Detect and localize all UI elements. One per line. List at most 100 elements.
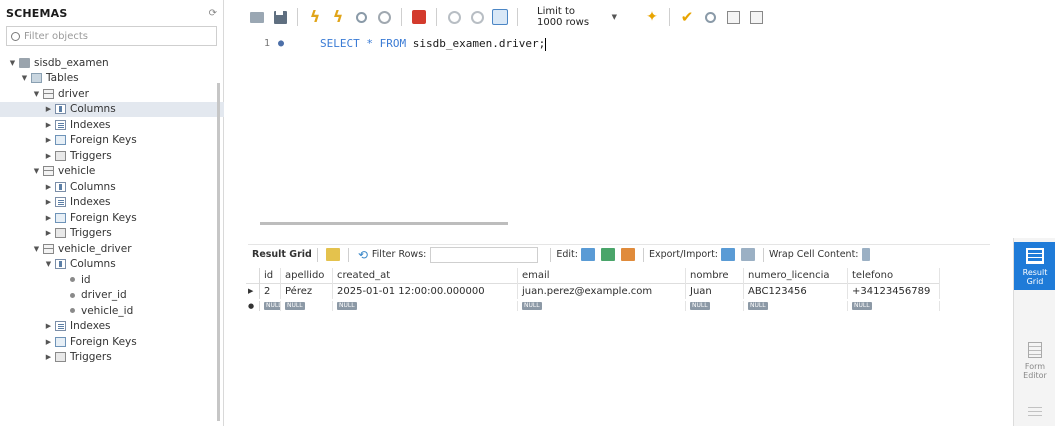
- expand-right-icon[interactable]: ▶: [44, 136, 53, 144]
- sidebar-scrollbar[interactable]: [217, 83, 220, 421]
- expand-right-icon[interactable]: ▶: [44, 229, 53, 237]
- autocommit-button[interactable]: [490, 7, 510, 27]
- tree-item[interactable]: ▶ Columns: [0, 179, 224, 195]
- expand-right-icon[interactable]: ▶: [44, 214, 53, 222]
- stop-button[interactable]: [374, 7, 394, 27]
- expand-down-icon[interactable]: ▼: [8, 59, 17, 67]
- tree-item[interactable]: ▼ sisdb_examen: [0, 55, 224, 71]
- refresh-icon[interactable]: ⟲: [358, 248, 368, 262]
- tree-item[interactable]: id: [0, 272, 224, 288]
- expand-down-icon[interactable]: ▼: [20, 74, 29, 82]
- tree-item[interactable]: ▶ Columns: [0, 101, 224, 117]
- table-cell[interactable]: NULL: [281, 301, 333, 311]
- sql-editor[interactable]: 1 ● SELECT * FROM sisdb_examen.driver;: [224, 32, 1055, 227]
- invisible-chars-button[interactable]: [723, 7, 743, 27]
- filter-rows-input[interactable]: [430, 246, 539, 263]
- table-cell[interactable]: juan.perez@example.com: [518, 283, 686, 299]
- table-cell[interactable]: NULL: [686, 301, 744, 311]
- wrap-cell-icon[interactable]: [861, 248, 870, 261]
- expand-down-icon[interactable]: ▼: [44, 260, 53, 268]
- import-icon[interactable]: [741, 248, 755, 261]
- column-header[interactable]: created_at: [333, 268, 518, 284]
- chevron-down-icon: ▼: [611, 13, 617, 21]
- tree-item[interactable]: ▼ Tables: [0, 71, 224, 87]
- filter-objects-input[interactable]: [24, 30, 204, 42]
- tree-item[interactable]: ▶ Indexes: [0, 319, 224, 335]
- table-cell[interactable]: NULL: [848, 301, 940, 311]
- editor-horizontal-scrollbar[interactable]: [260, 222, 508, 225]
- expand-right-icon[interactable]: ▶: [44, 183, 53, 191]
- tree-item[interactable]: ▶ Triggers: [0, 226, 224, 242]
- tree-item[interactable]: driver_id: [0, 288, 224, 304]
- refresh-schemas-icon[interactable]: ⟳: [209, 8, 217, 19]
- tree-item[interactable]: ▶ Triggers: [0, 350, 224, 366]
- insert-row-icon[interactable]: [600, 248, 615, 261]
- expand-right-icon[interactable]: ▶: [44, 322, 53, 330]
- grid-layout-icon[interactable]: [325, 248, 340, 261]
- tree-item[interactable]: ▼ vehicle: [0, 164, 224, 180]
- execute-current-button[interactable]: ϟ: [328, 7, 348, 27]
- table-cell[interactable]: Juan: [686, 283, 744, 299]
- tree-item[interactable]: ▶ Foreign Keys: [0, 133, 224, 149]
- column-header[interactable]: telefono: [848, 268, 940, 284]
- tree-item[interactable]: ▼ driver: [0, 86, 224, 102]
- commit-button[interactable]: [444, 7, 464, 27]
- sql-code-line[interactable]: SELECT * FROM sisdb_examen.driver;: [320, 37, 547, 51]
- column-header[interactable]: id: [260, 268, 281, 284]
- tree-item[interactable]: ▼ vehicle_driver: [0, 241, 224, 257]
- table-cell[interactable]: +34123456789: [848, 283, 940, 299]
- expand-right-icon[interactable]: ▶: [44, 121, 53, 129]
- save-script-button[interactable]: [270, 7, 290, 27]
- edit-row-icon[interactable]: [580, 248, 595, 261]
- export-icon[interactable]: [721, 248, 735, 261]
- execute-button[interactable]: ϟ: [305, 7, 325, 27]
- table-cell[interactable]: Pérez: [281, 283, 333, 299]
- expand-right-icon[interactable]: ▶: [44, 353, 53, 361]
- limit-rows-label: Limit to 1000 rows: [537, 6, 590, 28]
- result-grid-tab[interactable]: Result Grid: [1014, 242, 1055, 290]
- table-cell[interactable]: 2025-01-01 12:00:00.000000: [333, 283, 518, 299]
- explain-button[interactable]: [351, 7, 371, 27]
- tree-item[interactable]: ▼ Columns: [0, 257, 224, 273]
- table-cell[interactable]: 2: [260, 283, 281, 299]
- execute-current-icon: ϟ: [332, 7, 344, 26]
- table-cell[interactable]: NULL: [333, 301, 518, 311]
- tree-item[interactable]: ▶ Triggers: [0, 148, 224, 164]
- column-header[interactable]: nombre: [686, 268, 744, 284]
- expand-down-icon[interactable]: ▼: [32, 90, 41, 98]
- table-row[interactable]: ▶ 2 Pérez 2025-01-01 12:00:00.000000 jua…: [246, 283, 990, 299]
- limit-rows-select[interactable]: Limit to 1000 rows ▼: [533, 6, 621, 28]
- tree-item[interactable]: vehicle_id: [0, 303, 224, 319]
- find-button[interactable]: [700, 7, 720, 27]
- tree-item[interactable]: ▶ Foreign Keys: [0, 334, 224, 350]
- check-syntax-button[interactable]: ✔: [677, 7, 697, 27]
- expand-right-icon[interactable]: ▶: [44, 198, 53, 206]
- column-header[interactable]: apellido: [281, 268, 333, 284]
- expand-down-icon[interactable]: ▼: [32, 245, 41, 253]
- column-icon: [70, 308, 75, 314]
- result-grid-label[interactable]: Result Grid: [252, 249, 312, 260]
- expand-down-icon[interactable]: ▼: [32, 167, 41, 175]
- table-cell[interactable]: NULL: [518, 301, 686, 311]
- delete-row-icon[interactable]: [620, 248, 635, 261]
- expand-right-icon[interactable]: ▶: [44, 105, 53, 113]
- error-toggle-button[interactable]: [409, 7, 429, 27]
- expand-right-icon[interactable]: ▶: [44, 338, 53, 346]
- table-cell[interactable]: NULL: [744, 301, 848, 311]
- field-types-icon[interactable]: [1028, 404, 1042, 418]
- column-header[interactable]: numero_licencia: [744, 268, 848, 284]
- column-header[interactable]: email: [518, 268, 686, 284]
- new-row[interactable]: ● NULL NULL NULL NULL NULL NULL NULL: [246, 298, 990, 314]
- filter-objects-box[interactable]: [6, 26, 217, 46]
- rollback-button[interactable]: [467, 7, 487, 27]
- table-cell[interactable]: ABC123456: [744, 283, 848, 299]
- open-sql-file-button[interactable]: [247, 7, 267, 27]
- expand-right-icon[interactable]: ▶: [44, 152, 53, 160]
- form-editor-tab[interactable]: Form Editor: [1014, 336, 1055, 384]
- table-cell[interactable]: NULL: [260, 301, 281, 311]
- wrap-lines-button[interactable]: [746, 7, 766, 27]
- tree-item[interactable]: ▶ Indexes: [0, 117, 224, 133]
- tree-item[interactable]: ▶ Foreign Keys: [0, 210, 224, 226]
- tree-item[interactable]: ▶ Indexes: [0, 195, 224, 211]
- beautify-button[interactable]: ✦: [642, 7, 662, 27]
